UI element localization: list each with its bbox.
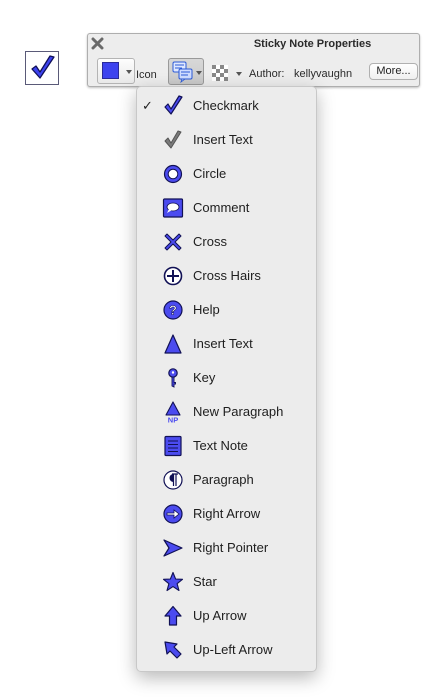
menu-item-label: Key bbox=[193, 370, 216, 385]
menu-item-paragraph[interactable]: Paragraph bbox=[137, 463, 316, 497]
menu-item-cross-hairs[interactable]: Cross Hairs bbox=[137, 259, 316, 293]
sticky-note-annotation[interactable] bbox=[25, 51, 59, 85]
menu-item-up-arrow[interactable]: Up Arrow bbox=[137, 599, 316, 633]
right-arrow-icon bbox=[163, 504, 183, 524]
menu-item-star[interactable]: Star bbox=[137, 565, 316, 599]
circle-icon bbox=[163, 164, 183, 184]
color-picker-button[interactable] bbox=[97, 58, 135, 84]
right-pointer-icon bbox=[163, 539, 183, 557]
author-name-field[interactable]: kellyvaughn bbox=[294, 68, 352, 80]
menu-item-help[interactable]: ? Help bbox=[137, 293, 316, 327]
menu-item-circle[interactable]: Circle bbox=[137, 157, 316, 191]
chevron-down-icon bbox=[196, 71, 202, 75]
menu-item-right-pointer[interactable]: Right Pointer bbox=[137, 531, 316, 565]
menu-item-comment[interactable]: Comment bbox=[137, 191, 316, 225]
menu-item-label: Right Arrow bbox=[193, 506, 261, 521]
menu-item-insert-text[interactable]: Insert Text bbox=[137, 123, 316, 157]
menu-item-label: Up-Left Arrow bbox=[193, 642, 273, 657]
sticky-note-properties-palette: Sticky Note Properties Icon Author: kell… bbox=[87, 33, 420, 87]
menu-item-up-left-arrow[interactable]: Up-Left Arrow bbox=[137, 633, 316, 667]
cross-hairs-icon bbox=[163, 266, 183, 286]
comment-icon bbox=[162, 198, 184, 218]
menu-item-insert-text[interactable]: Insert Text bbox=[137, 327, 316, 361]
menu-item-right-arrow[interactable]: Right Arrow bbox=[137, 497, 316, 531]
menu-item-label: New Paragraph bbox=[193, 404, 284, 419]
checkmark-icon bbox=[31, 55, 55, 79]
menu-item-label: Right Pointer bbox=[193, 540, 269, 555]
menu-item-label: Circle bbox=[193, 166, 227, 181]
menu-item-label: Cross Hairs bbox=[193, 268, 261, 283]
help-icon: ? bbox=[163, 300, 183, 320]
up-arrow-icon bbox=[164, 605, 182, 626]
menu-item-new-paragraph[interactable]: NP New Paragraph bbox=[137, 395, 316, 429]
paragraph-icon bbox=[163, 470, 183, 490]
menu-item-text-note[interactable]: Text Note bbox=[137, 429, 316, 463]
menu-item-label: Insert Text bbox=[193, 336, 253, 351]
menu-item-label: Help bbox=[193, 302, 220, 317]
author-label: Author: bbox=[249, 68, 285, 80]
menu-item-cross[interactable]: Cross bbox=[137, 225, 316, 259]
up-left-arrow-icon bbox=[164, 641, 182, 659]
svg-text:NP: NP bbox=[168, 416, 178, 424]
menu-item-key[interactable]: Key bbox=[137, 361, 316, 395]
menu-item-label: Cross bbox=[193, 234, 227, 249]
menu-item-label: Checkmark bbox=[193, 98, 259, 113]
color-swatch bbox=[102, 62, 119, 79]
icon-dropdown-button[interactable] bbox=[168, 58, 204, 85]
new-paragraph-icon: NP bbox=[165, 401, 181, 424]
insert-text-check-icon bbox=[164, 130, 182, 149]
icon-dropdown-menu: ✓ Checkmark Insert Text Circle Comment Cross C… bbox=[136, 86, 317, 672]
menu-item-label: Comment bbox=[193, 200, 250, 215]
menu-item-label: Star bbox=[193, 574, 217, 589]
palette-title: Sticky Note Properties bbox=[253, 38, 372, 50]
menu-item-label: Paragraph bbox=[193, 472, 254, 487]
menu-item-label: Up Arrow bbox=[193, 608, 247, 623]
chevron-down-icon bbox=[126, 70, 132, 74]
comment-bubbles-icon bbox=[172, 61, 193, 83]
opacity-checker-icon[interactable] bbox=[212, 65, 228, 81]
cross-icon bbox=[164, 233, 182, 251]
svg-text:?: ? bbox=[169, 303, 177, 318]
menu-item-checkmark[interactable]: ✓ Checkmark bbox=[137, 89, 316, 123]
icon-label: Icon bbox=[136, 69, 157, 81]
more-button[interactable]: More... bbox=[369, 63, 418, 80]
text-note-icon bbox=[164, 435, 182, 457]
chevron-down-icon[interactable] bbox=[236, 72, 242, 76]
key-icon bbox=[168, 368, 178, 388]
star-icon bbox=[162, 571, 184, 592]
checkmark-icon bbox=[164, 95, 183, 115]
insert-text-triangle-icon bbox=[164, 334, 182, 354]
menu-item-label: Text Note bbox=[193, 438, 248, 453]
menu-item-label: Insert Text bbox=[193, 132, 253, 147]
selected-checkmark-icon: ✓ bbox=[142, 98, 153, 113]
